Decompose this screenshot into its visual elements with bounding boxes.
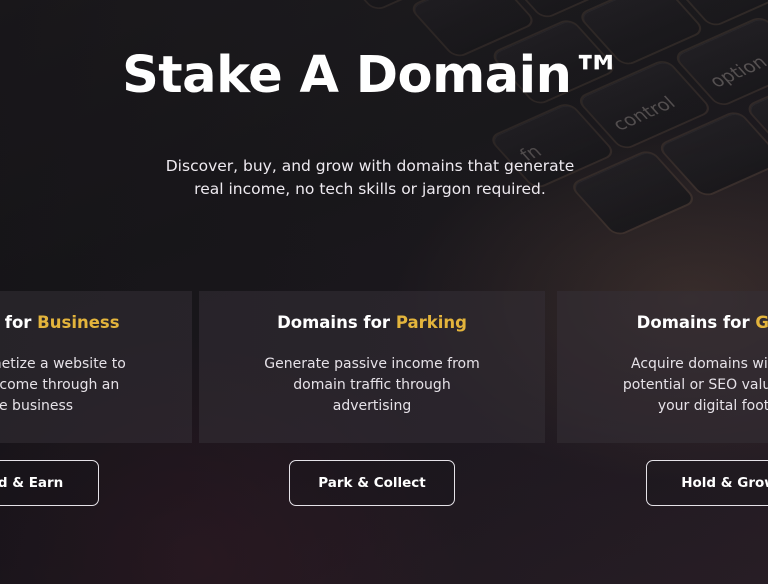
park-and-collect-button[interactable]: Park & Collect — [289, 460, 455, 506]
card-title-prefix: Domains for — [636, 313, 756, 332]
card-title: Domains for Parking — [199, 313, 545, 332]
card-parking: Domains for Parking Generate passive inc… — [199, 291, 545, 443]
card-description: Build or monetize a website to generate … — [0, 356, 126, 414]
card-title-accent: Parking — [395, 313, 467, 332]
page: fn control option command Stake A Domain… — [0, 0, 768, 584]
hero-subtitle: Discover, buy, and grow with domains tha… — [165, 157, 575, 198]
card-description: Acquire domains with resale potential or… — [622, 356, 768, 414]
card-business: Domains for Business Build or monetize a… — [0, 291, 192, 443]
card-title-accent: Growth — [755, 313, 768, 332]
card-title: Domains for Business — [0, 313, 192, 332]
card-title-accent: Business — [37, 313, 120, 332]
page-title: Stake A Domain™ — [122, 46, 622, 105]
card-title: Domains for Growth — [557, 313, 768, 332]
card-description: Generate passive income from domain traf… — [264, 356, 480, 414]
card-title-prefix: Domains for — [277, 313, 396, 332]
card-title-prefix: Domains for — [0, 313, 32, 332]
build-and-earn-button[interactable]: Build & Earn — [0, 460, 99, 506]
card-growth: Domains for Growth Acquire domains with … — [557, 291, 768, 443]
hold-and-grow-button[interactable]: Hold & Grow — [646, 460, 768, 506]
